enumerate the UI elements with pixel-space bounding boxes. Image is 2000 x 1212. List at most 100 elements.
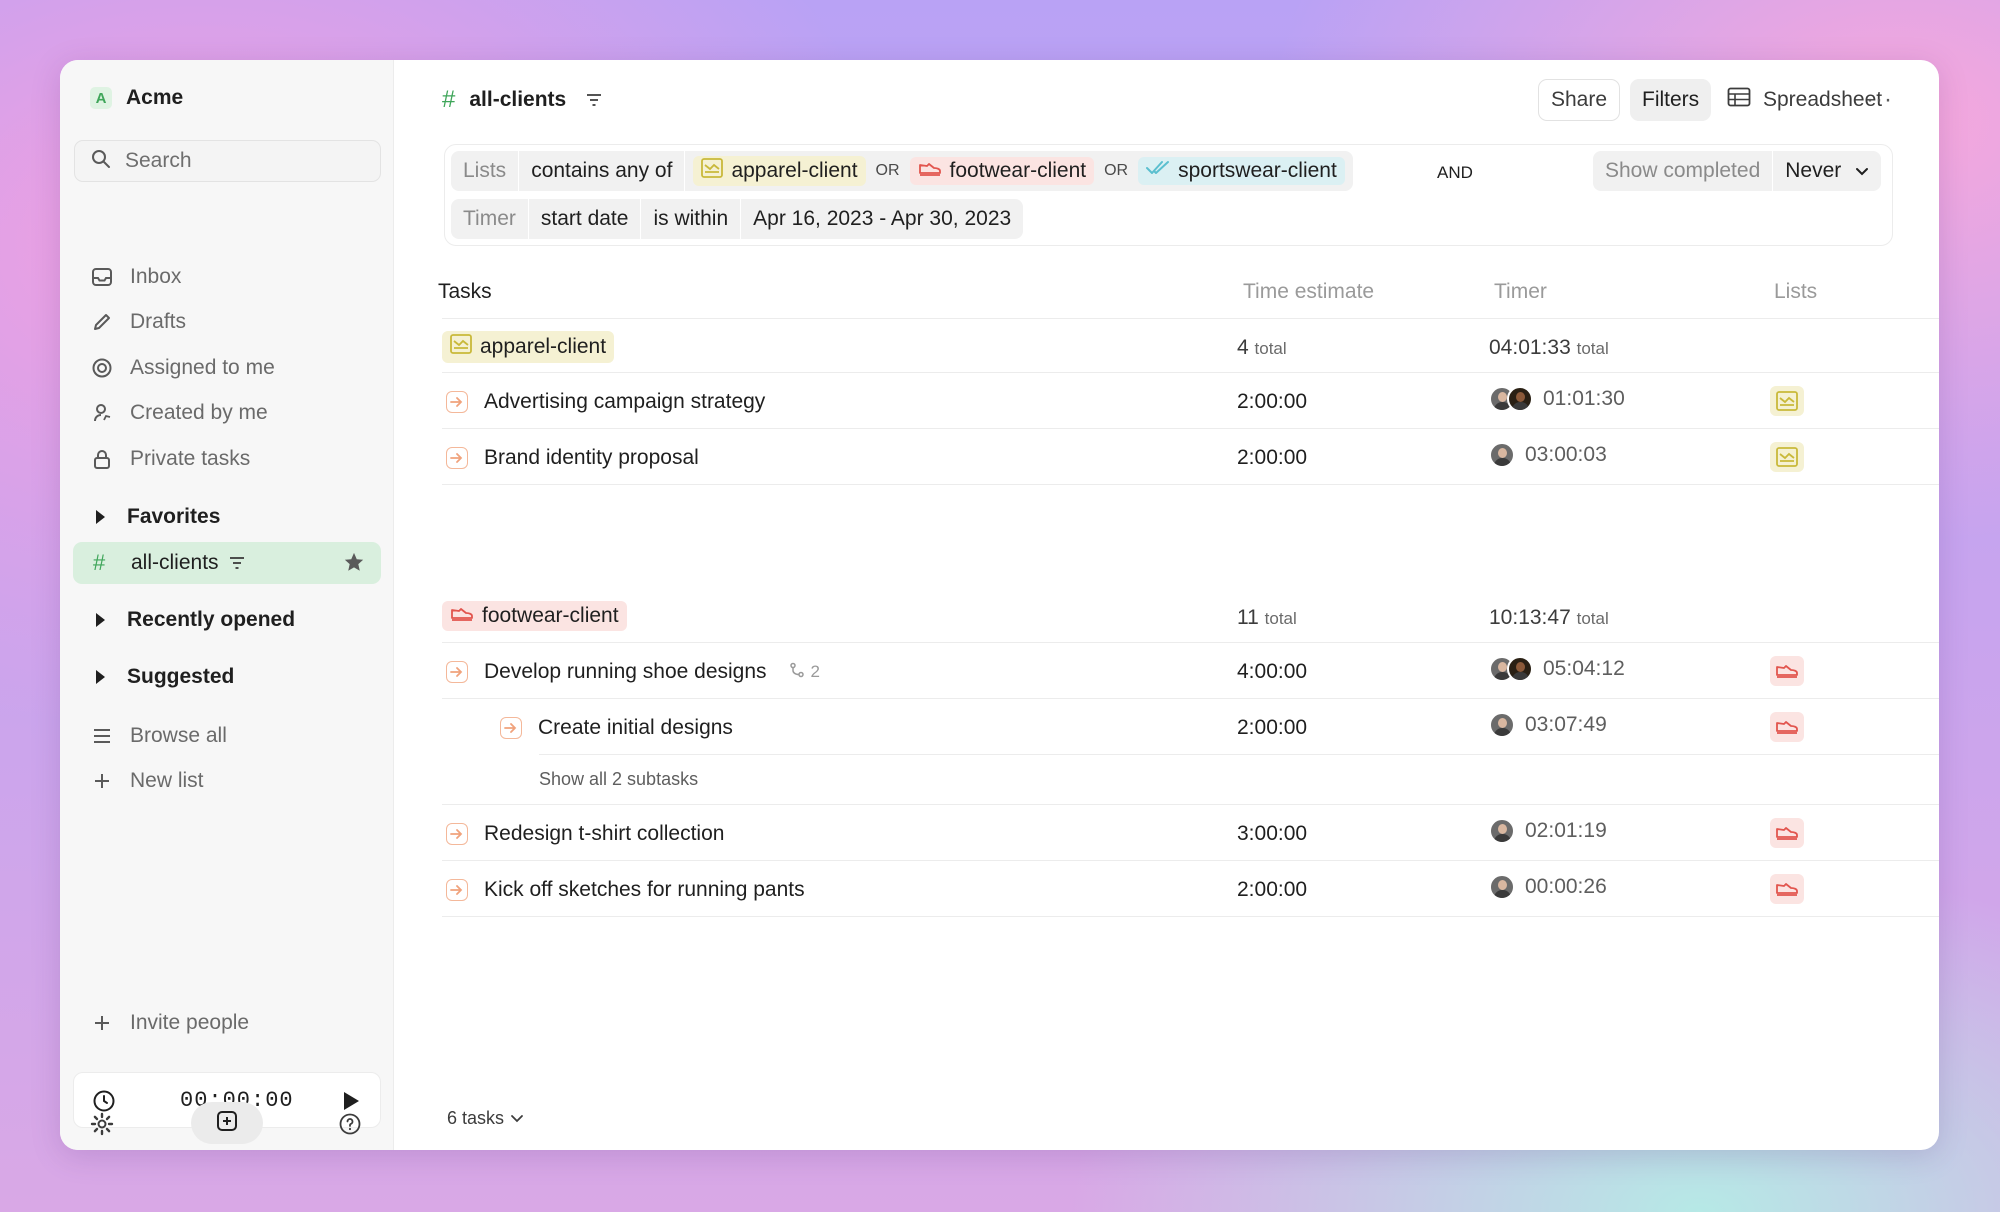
- timer-value: 01:01:30: [1543, 387, 1625, 410]
- total-value: 4: [1237, 336, 1249, 359]
- filter-operator[interactable]: is within: [641, 199, 742, 239]
- section-favorites[interactable]: Favorites: [96, 505, 220, 529]
- section-suggested[interactable]: Suggested: [96, 665, 234, 689]
- list-apparel-icon[interactable]: [1770, 442, 1804, 472]
- filter-attribute[interactable]: start date: [529, 199, 642, 239]
- status-arrow-icon[interactable]: [446, 447, 468, 469]
- nav-assigned[interactable]: Assigned to me: [90, 351, 275, 385]
- nav-private-label: Private tasks: [130, 447, 251, 470]
- quick-add-button[interactable]: [191, 1102, 263, 1144]
- invite-people[interactable]: Invite people: [90, 1006, 249, 1040]
- show-completed-control[interactable]: Show completed Never: [1593, 151, 1882, 191]
- star-icon[interactable]: [343, 551, 365, 578]
- task-timer[interactable]: 00:00:26: [1489, 874, 1607, 900]
- show-all-subtasks[interactable]: Show all 2 subtasks: [539, 769, 698, 790]
- nav-browse-all[interactable]: Browse all: [90, 719, 227, 753]
- task-estimate[interactable]: 2:00:00: [1237, 716, 1307, 740]
- filter-field[interactable]: Lists: [451, 151, 520, 191]
- divider: [442, 484, 1939, 485]
- task-row[interactable]: Kick off sketches for running pants: [446, 878, 805, 902]
- task-timer[interactable]: 02:01:19: [1489, 818, 1607, 844]
- gear-icon[interactable]: [90, 1112, 114, 1141]
- nav-created[interactable]: Created by me: [90, 396, 268, 430]
- total-suffix: total: [1264, 609, 1297, 628]
- total-suffix: total: [1576, 339, 1609, 358]
- col-timer[interactable]: Timer: [1494, 280, 1547, 304]
- status-arrow-icon[interactable]: [446, 823, 468, 845]
- group-header-apparel[interactable]: apparel-client: [442, 331, 615, 363]
- filter-values[interactable]: apparel-client OR footwear-client OR spo…: [685, 151, 1352, 191]
- sidebar-bottom-bar: [60, 1100, 394, 1150]
- filters-button[interactable]: Filters: [1630, 79, 1712, 121]
- task-title: Develop running shoe designs: [484, 660, 767, 683]
- double-check-icon: [1146, 159, 1170, 183]
- filter-date-range[interactable]: Apr 16, 2023 - Apr 30, 2023: [741, 199, 1023, 239]
- tag-label: apparel-client: [731, 159, 858, 182]
- help-icon[interactable]: [338, 1112, 362, 1141]
- plus-icon: [90, 1011, 114, 1035]
- task-row[interactable]: Brand identity proposal: [446, 446, 699, 470]
- task-estimate[interactable]: 3:00:00: [1237, 822, 1307, 846]
- status-arrow-icon[interactable]: [446, 661, 468, 683]
- task-estimate[interactable]: 2:00:00: [1237, 390, 1307, 414]
- subtask-row[interactable]: Create initial designs: [500, 716, 733, 740]
- task-estimate[interactable]: 2:00:00: [1237, 878, 1307, 902]
- col-tasks[interactable]: Tasks: [438, 280, 492, 304]
- filter-lines-icon: [229, 556, 245, 570]
- nav-private[interactable]: Private tasks: [90, 442, 250, 476]
- list-footwear-icon[interactable]: [1770, 818, 1804, 848]
- task-timer[interactable]: 01:01:30: [1489, 386, 1625, 412]
- col-estimate[interactable]: Time estimate: [1243, 280, 1374, 304]
- list-footwear-icon[interactable]: [1770, 874, 1804, 904]
- nav-drafts[interactable]: Drafts: [90, 305, 186, 339]
- filter-operator[interactable]: contains any of: [519, 151, 686, 191]
- group-timer-total: 10:13:47 total: [1489, 606, 1609, 630]
- task-title: Kick off sketches for running pants: [484, 878, 805, 901]
- task-timer[interactable]: 03:07:49: [1489, 712, 1607, 738]
- shoe-icon: [918, 159, 942, 183]
- subtask-count[interactable]: 2: [789, 662, 820, 683]
- search-input[interactable]: [125, 149, 345, 173]
- task-estimate[interactable]: 4:00:00: [1237, 660, 1307, 684]
- col-lists[interactable]: Lists: [1774, 280, 1817, 304]
- filter-field[interactable]: Timer: [451, 199, 529, 239]
- more-options-button[interactable]: ···: [1854, 79, 1905, 121]
- task-count-dropdown[interactable]: 6 tasks: [447, 1108, 524, 1129]
- section-recent-label: Recently opened: [127, 608, 296, 631]
- status-arrow-icon[interactable]: [500, 717, 522, 739]
- timer-value: 00:00:26: [1525, 875, 1607, 898]
- section-recent[interactable]: Recently opened: [96, 608, 295, 632]
- filter-row-lists[interactable]: Lists contains any of apparel-client OR: [451, 151, 1353, 191]
- nav-inbox[interactable]: Inbox: [90, 260, 181, 294]
- page-title: # all-clients: [442, 86, 602, 114]
- task-row[interactable]: Redesign t-shirt collection: [446, 822, 724, 846]
- status-arrow-icon[interactable]: [446, 879, 468, 901]
- share-button[interactable]: Share: [1538, 79, 1621, 121]
- task-row[interactable]: Advertising campaign strategy: [446, 390, 765, 414]
- workspace-switcher[interactable]: A Acme: [90, 86, 183, 110]
- divider: [442, 372, 1939, 373]
- favorite-label: all-clients: [131, 551, 219, 574]
- chevron-down-icon: [510, 1108, 524, 1129]
- group-header-footwear[interactable]: footwear-client: [442, 601, 627, 631]
- search-box[interactable]: [74, 140, 381, 182]
- nav-created-label: Created by me: [130, 401, 268, 424]
- page-title-text: all-clients: [469, 88, 567, 111]
- filter-row-timer[interactable]: Timer start date is within Apr 16, 2023 …: [451, 199, 1024, 239]
- avatar-group: [1489, 712, 1515, 738]
- timer-value: 03:00:03: [1525, 443, 1607, 466]
- filter-lines-icon[interactable]: [586, 93, 602, 107]
- list-footwear-icon[interactable]: [1770, 656, 1804, 686]
- list-footwear-icon[interactable]: [1770, 712, 1804, 742]
- nav-new-list[interactable]: New list: [90, 764, 204, 798]
- task-estimate[interactable]: 2:00:00: [1237, 446, 1307, 470]
- section-favorites-label: Favorites: [127, 505, 221, 528]
- task-timer[interactable]: 03:00:03: [1489, 442, 1607, 468]
- status-arrow-icon[interactable]: [446, 391, 468, 413]
- task-row[interactable]: Develop running shoe designs 2: [446, 660, 820, 684]
- show-completed-select[interactable]: Never: [1773, 151, 1881, 191]
- list-apparel-icon[interactable]: [1770, 386, 1804, 416]
- task-timer[interactable]: 05:04:12: [1489, 656, 1625, 682]
- and-operator: AND: [1437, 163, 1473, 182]
- favorite-all-clients[interactable]: # all-clients: [73, 542, 381, 584]
